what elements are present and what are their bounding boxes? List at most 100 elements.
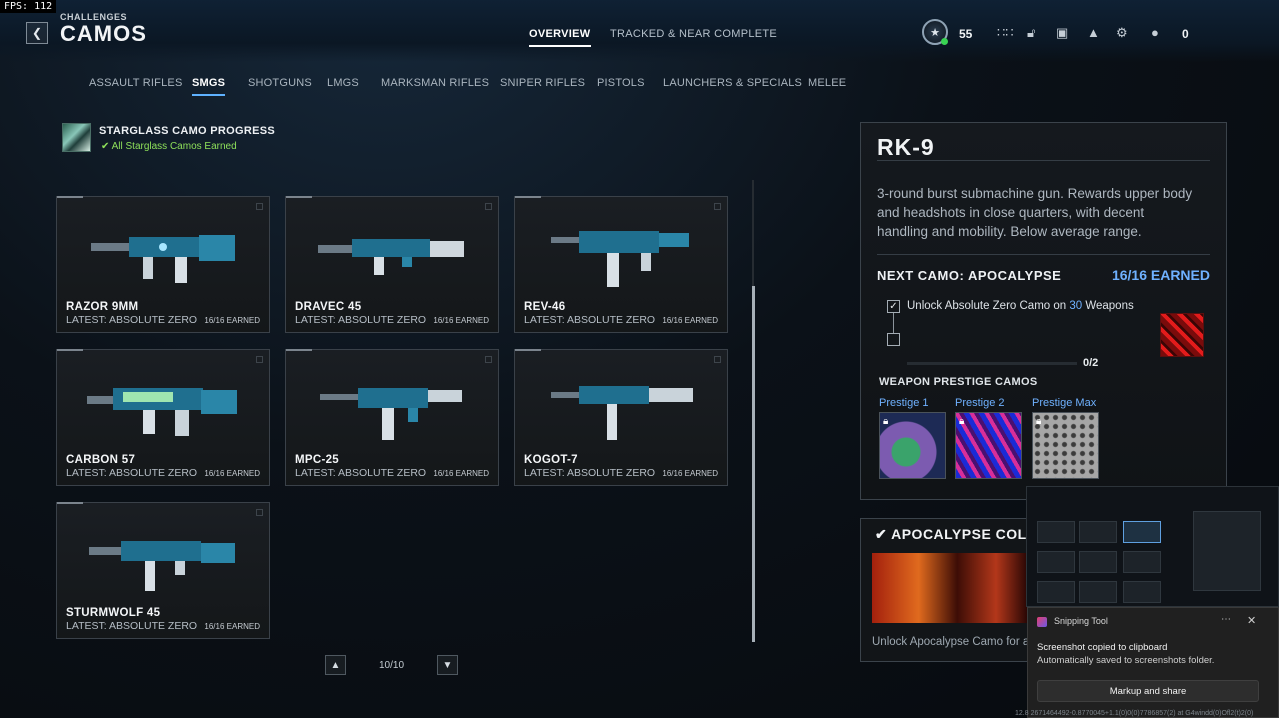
page-title: CAMOS <box>60 21 147 46</box>
party-icon[interactable]: ● <box>1151 25 1159 40</box>
screenshot-thumbnail[interactable] <box>1026 486 1279 607</box>
checkbox-empty-icon <box>887 333 900 346</box>
snipping-tool-notification[interactable]: Snipping Tool ⋯ ✕ Screenshot copied to c… <box>1027 607 1279 718</box>
category-assault-rifles[interactable]: ASSAULT RIFLES <box>89 77 182 89</box>
more-options-icon[interactable]: ⋯ <box>1221 614 1231 625</box>
weapon-earned: 16/16 EARNED <box>662 469 718 478</box>
category-lmgs[interactable]: LMGS <box>327 77 359 89</box>
weapon-image <box>551 231 689 287</box>
back-button[interactable]: ❮ <box>26 22 48 44</box>
camera-icon[interactable]: ▣ <box>1056 25 1068 41</box>
check-icon: ✔ <box>101 141 112 152</box>
prestige-max-camo[interactable]: 🔒︎ <box>1032 412 1099 479</box>
page-up-button[interactable]: ▲ <box>325 655 346 675</box>
page-indicator: 10/10 <box>379 660 405 671</box>
apocalypse-camo-preview[interactable] <box>1160 313 1204 357</box>
lock-icon: 🔒︎ <box>883 416 889 427</box>
weapon-name: STURMWOLF 45 <box>66 607 161 619</box>
weapon-name: CARBON 57 <box>66 454 136 466</box>
category-shotguns[interactable]: SHOTGUNS <box>248 77 312 89</box>
collection-image <box>872 553 1027 623</box>
category-sniper-rifles[interactable]: SNIPER RIFLES <box>500 77 585 89</box>
favorite-box-icon <box>256 203 263 210</box>
connector-line <box>893 313 894 333</box>
debug-coordinates: 12.8 2671464492-0.8770045+1.1(0)0(0)7786… <box>1015 710 1254 717</box>
weapon-card[interactable]: DRAVEC 45 LATEST: ABSOLUTE ZERO 16/16 EA… <box>285 196 499 333</box>
category-smgs[interactable]: SMGS <box>192 77 226 96</box>
weapon-card[interactable]: CARBON 57 LATEST: ABSOLUTE ZERO 16/16 EA… <box>56 349 270 486</box>
weapon-earned: 16/16 EARNED <box>433 316 489 325</box>
category-melee[interactable]: MELEE <box>808 77 846 89</box>
snipping-tool-icon <box>1037 617 1047 627</box>
challenge-progress-bar <box>907 362 1077 365</box>
favorite-box-icon <box>485 203 492 210</box>
prestige-2-camo[interactable]: 🔒︎ <box>955 412 1022 479</box>
weapon-name: RAZOR 9MM <box>66 301 139 313</box>
weapon-latest-camo: LATEST: ABSOLUTE ZERO <box>66 314 198 326</box>
lock-icon: 🔒︎ <box>1036 416 1042 427</box>
page-down-button[interactable]: ▼ <box>437 655 458 675</box>
weapon-image <box>89 541 235 591</box>
weapon-earned: 16/16 EARNED <box>662 316 718 325</box>
weapon-latest-camo: LATEST: ABSOLUTE ZERO <box>295 467 427 479</box>
tab-tracked[interactable]: TRACKED & NEAR COMPLETE <box>610 28 777 40</box>
weapon-earned: 16/16 EARNED <box>204 316 260 325</box>
bell-icon[interactable]: ▲ <box>1087 25 1100 40</box>
weapon-card[interactable]: KOGOT-7 LATEST: ABSOLUTE ZERO 16/16 EARN… <box>514 349 728 486</box>
weapon-image <box>320 388 462 440</box>
starglass-camo-icon <box>62 123 91 152</box>
detail-description: 3-round burst submachine gun. Rewards up… <box>877 186 1193 239</box>
starglass-title: STARGLASS CAMO PROGRESS <box>99 125 275 137</box>
markup-and-share-button[interactable]: Markup and share <box>1037 680 1259 702</box>
favorite-box-icon <box>256 356 263 363</box>
check-icon: ✔ <box>875 526 888 542</box>
next-camo-label: NEXT CAMO: APOCALYPSE <box>877 268 1062 283</box>
weapon-latest-camo: LATEST: ABSOLUTE ZERO <box>66 620 198 632</box>
weapon-image <box>87 388 237 436</box>
toast-submessage: Automatically saved to screenshots folde… <box>1037 655 1215 666</box>
chevron-up-icon: ▲ <box>330 659 341 671</box>
weapon-name: DRAVEC 45 <box>295 301 362 313</box>
apps-grid-icon[interactable]: ∷∷ <box>997 25 1014 41</box>
player-level: 55 <box>959 27 973 41</box>
category-marksman-rifles[interactable]: MARKSMAN RIFLES <box>381 77 489 89</box>
prestige-1-camo[interactable]: 🔒︎ <box>879 412 946 479</box>
currency-count: 0 <box>1182 27 1189 41</box>
weapon-card[interactable]: REV-46 LATEST: ABSOLUTE ZERO 16/16 EARNE… <box>514 196 728 333</box>
weapon-name: REV-46 <box>524 301 566 313</box>
favorite-box-icon <box>714 356 721 363</box>
tab-overview[interactable]: OVERVIEW <box>529 28 591 47</box>
starglass-status: ✔ All Starglass Camos Earned <box>101 141 237 152</box>
category-launchers-specials[interactable]: LAUNCHERS & SPECIALS <box>663 77 802 89</box>
weapon-image <box>91 235 235 283</box>
detail-weapon-name: RK-9 <box>877 134 935 160</box>
weapon-card[interactable]: RAZOR 9MM LATEST: ABSOLUTE ZERO 16/16 EA… <box>56 196 270 333</box>
prestige-title: WEAPON PRESTIGE CAMOS <box>879 376 1038 388</box>
weapon-latest-camo: LATEST: ABSOLUTE ZERO <box>66 467 198 479</box>
chevron-down-icon: ▼ <box>442 659 453 671</box>
weapon-earned: 16/16 EARNED <box>204 469 260 478</box>
lock-open-icon[interactable]: 🔓︎ <box>1027 25 1035 41</box>
gear-icon[interactable]: ⚙ <box>1116 25 1128 41</box>
favorite-box-icon <box>714 203 721 210</box>
weapon-name: MPC-25 <box>295 454 339 466</box>
close-icon[interactable]: ✕ <box>1247 614 1256 627</box>
toast-app-name: Snipping Tool <box>1054 616 1108 626</box>
category-pistols[interactable]: PISTOLS <box>597 77 645 89</box>
challenge-task: Unlock Absolute Zero Camo on 30 Weapons <box>907 300 1134 312</box>
weapon-card[interactable]: MPC-25 LATEST: ABSOLUTE ZERO 16/16 EARNE… <box>285 349 499 486</box>
weapon-earned: 16/16 EARNED <box>204 622 260 631</box>
weapon-latest-camo: LATEST: ABSOLUTE ZERO <box>524 467 656 479</box>
toast-message: Screenshot copied to clipboard <box>1037 642 1168 653</box>
scrollbar-thumb[interactable] <box>752 286 755 642</box>
weapon-card[interactable]: STURMWOLF 45 LATEST: ABSOLUTE ZERO 16/16… <box>56 502 270 639</box>
divider <box>877 254 1210 255</box>
favorite-box-icon <box>256 509 263 516</box>
collection-description: Unlock Apocalypse Camo for any <box>872 636 1042 648</box>
weapon-image <box>318 239 464 275</box>
weapon-name: KOGOT-7 <box>524 454 578 466</box>
chevron-left-icon: ❮ <box>31 26 43 40</box>
checkbox-checked-icon: ✓ <box>887 300 900 313</box>
weapon-earned: 16/16 EARNED <box>433 469 489 478</box>
challenge-progress: 0/2 <box>1083 357 1099 369</box>
